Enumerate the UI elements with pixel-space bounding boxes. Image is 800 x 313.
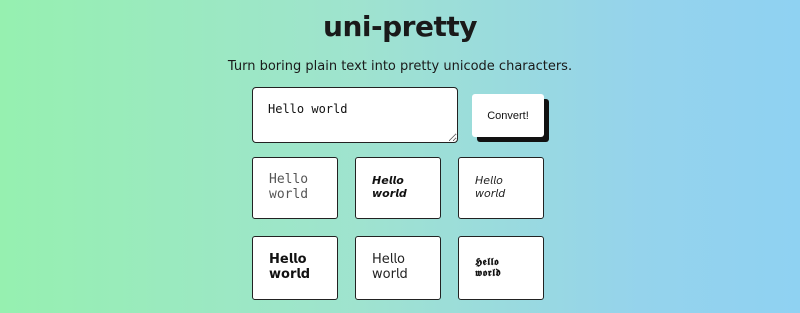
result-card-monospace[interactable]: 𝙷𝚎𝚕𝚕𝚘 𝚠𝚘𝚛𝚕𝚍 <box>252 157 338 219</box>
result-card-bold-italic[interactable]: 𝙃𝙚𝙡𝙡𝙤 𝙬𝙤𝙧𝙡𝙙 <box>355 157 441 219</box>
page-subtitle: Turn boring plain text into pretty unico… <box>227 59 573 74</box>
result-text: 𝗛𝗲𝗹𝗹𝗼 𝘄𝗼𝗿𝗹𝗱 <box>269 252 311 282</box>
result-card-italic[interactable]: 𝘏𝘦𝘭𝘭𝘰 𝘸𝘰𝘳𝘭𝘥 <box>458 157 544 219</box>
result-text: 𝘏𝘦𝘭𝘭𝘰 𝘸𝘰𝘳𝘭𝘥 <box>475 174 506 200</box>
result-text: 𝕳𝖊𝖑𝖑𝖔 𝖜𝖔𝖗𝖑𝖉 <box>475 256 502 280</box>
text-input[interactable]: Hello world <box>252 87 458 143</box>
result-text: 𝖧𝖾𝗅𝗅𝗈 𝗐𝗈𝗋𝗅𝖽 <box>372 252 408 282</box>
page-title: uni-pretty <box>323 10 477 43</box>
convert-button[interactable]: Convert! <box>472 94 544 137</box>
result-card-sans-serif[interactable]: 𝖧𝖾𝗅𝗅𝗈 𝗐𝗈𝗋𝗅𝖽 <box>355 236 441 300</box>
result-card-bold[interactable]: 𝗛𝗲𝗹𝗹𝗼 𝘄𝗼𝗿𝗹𝗱 <box>252 236 338 300</box>
result-text: 𝙃𝙚𝙡𝙡𝙤 𝙬𝙤𝙧𝙡𝙙 <box>372 174 407 200</box>
result-text: 𝙷𝚎𝚕𝚕𝚘 𝚠𝚘𝚛𝚕𝚍 <box>269 172 309 202</box>
result-card-fraktur[interactable]: 𝕳𝖊𝖑𝖑𝖔 𝖜𝖔𝖗𝖑𝖉 <box>458 236 544 300</box>
